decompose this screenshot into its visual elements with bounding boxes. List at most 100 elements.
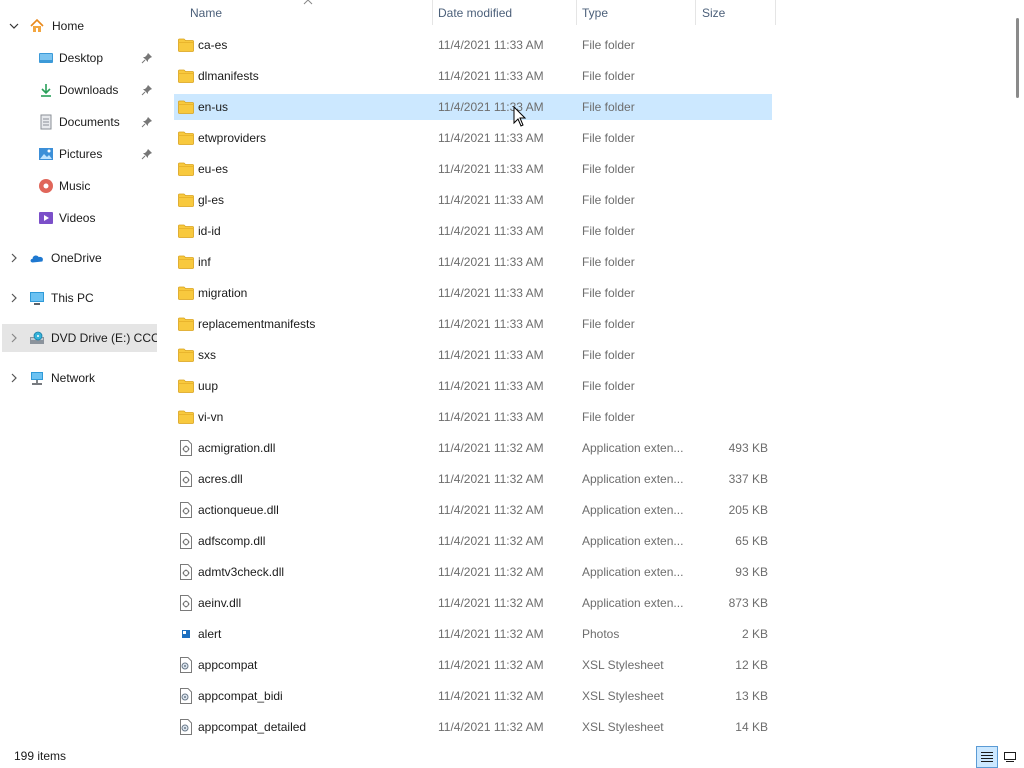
nav-item-downloads[interactable]: Downloads (0, 76, 157, 104)
nav-item-pictures[interactable]: Pictures (0, 140, 157, 168)
pin-icon[interactable] (140, 147, 154, 161)
nav-item-music[interactable]: Music (0, 172, 157, 200)
nav-item-onedrive[interactable]: OneDrive (0, 244, 157, 272)
folder-icon (178, 254, 194, 270)
large-icons-view-button[interactable] (999, 746, 1021, 768)
file-size: 205 KB (728, 503, 768, 517)
file-size (694, 249, 768, 275)
nav-label-videos: Videos (59, 211, 96, 225)
pin-icon[interactable] (140, 51, 154, 65)
file-type: File folder (582, 100, 635, 114)
file-row[interactable]: alert 11/4/2021 11:32 AM Photos 2 KB (174, 621, 772, 647)
nav-item-videos[interactable]: Videos (0, 204, 157, 232)
file-name-cell: alert (174, 621, 429, 647)
file-row[interactable]: vi-vn 11/4/2021 11:33 AM File folder (174, 404, 772, 430)
chevron-down-icon[interactable] (6, 18, 22, 34)
file-name-cell: admtv3check.dll (174, 559, 429, 585)
folder-icon (178, 130, 194, 146)
file-date-modified: 11/4/2021 11:33 AM (438, 224, 544, 238)
column-separator[interactable] (695, 0, 696, 25)
file-type: File folder (582, 193, 635, 207)
pin-icon[interactable] (140, 83, 154, 97)
column-header-size[interactable]: Size (702, 0, 772, 25)
file-date-modified: 11/4/2021 11:33 AM (438, 410, 544, 424)
nav-item-documents[interactable]: Documents (0, 108, 157, 136)
column-separator[interactable] (775, 0, 776, 25)
file-row[interactable]: replacementmanifests 11/4/2021 11:33 AM Fi… (174, 311, 772, 337)
nav-item-home[interactable]: Home (0, 12, 157, 40)
file-name-cell: acmigration.dll (174, 435, 429, 461)
file-type: File folder (582, 224, 635, 238)
file-row[interactable]: ca-es 11/4/2021 11:33 AM File folder (174, 32, 772, 58)
file-row[interactable]: uup 11/4/2021 11:33 AM File folder (174, 373, 772, 399)
file-type: Application exten... (582, 503, 684, 517)
nav-item-network[interactable]: Network (0, 364, 157, 392)
scrollbar-thumb[interactable] (1016, 18, 1019, 98)
folder-icon (178, 68, 194, 84)
file-date-modified: 11/4/2021 11:32 AM (438, 689, 544, 703)
file-date-modified: 11/4/2021 11:32 AM (438, 596, 544, 610)
file-row[interactable]: aeinv.dll 11/4/2021 11:32 AM Application e… (174, 590, 772, 616)
column-header-date-modified[interactable]: Date modified (438, 0, 578, 25)
column-header-type[interactable]: Type (582, 0, 692, 25)
chevron-right-icon[interactable] (6, 330, 22, 346)
file-row[interactable]: actionqueue.dll 11/4/2021 11:32 AM Applica… (174, 497, 772, 523)
chevron-right-icon[interactable] (6, 370, 22, 386)
file-name-cell: gl-es (174, 187, 429, 213)
file-date-modified: 11/4/2021 11:33 AM (438, 100, 544, 114)
file-type: Application exten... (582, 472, 684, 486)
file-date-modified: 11/4/2021 11:33 AM (438, 379, 544, 393)
file-size (694, 32, 768, 58)
file-row[interactable]: appcompat_bidi 11/4/2021 11:32 AM XSL Styl… (174, 683, 772, 709)
file-type: File folder (582, 69, 635, 83)
file-row[interactable]: appcompat_detailed 11/4/2021 11:32 AM XSL … (174, 714, 772, 740)
nav-item-desktop[interactable]: Desktop (0, 44, 157, 72)
file-row[interactable]: migration 11/4/2021 11:33 AM File folder (174, 280, 772, 306)
file-row[interactable]: inf 11/4/2021 11:33 AM File folder (174, 249, 772, 275)
folder-icon (178, 223, 194, 239)
file-row[interactable]: acres.dll 11/4/2021 11:32 AM Application e… (174, 466, 772, 492)
file-row[interactable]: eu-es 11/4/2021 11:33 AM File folder (174, 156, 772, 182)
file-date-modified: 11/4/2021 11:32 AM (438, 441, 544, 455)
file-name: en-us (198, 100, 229, 114)
pin-icon[interactable] (140, 115, 154, 129)
dll-file-icon (178, 440, 194, 456)
file-date-modified: 11/4/2021 11:33 AM (438, 131, 544, 145)
dvd-drive-icon (29, 330, 45, 346)
file-name: vi-vn (198, 410, 224, 424)
file-name: sxs (198, 348, 216, 362)
file-row[interactable]: en-us 11/4/2021 11:33 AM File folder (174, 94, 772, 120)
file-date-modified: 11/4/2021 11:32 AM (438, 472, 544, 486)
file-row[interactable]: dlmanifests 11/4/2021 11:33 AM File folder (174, 63, 772, 89)
details-view-button[interactable] (976, 746, 998, 768)
nav-item-dvd-drive[interactable]: DVD Drive (E:) CCCOMA_X64FRE_EN-US_DV9 (2, 324, 157, 352)
vertical-scrollbar[interactable] (1010, 0, 1024, 740)
file-type: File folder (582, 255, 635, 269)
file-row[interactable]: appcompat 11/4/2021 11:32 AM XSL Styleshee… (174, 652, 772, 678)
file-name-cell: appcompat (174, 652, 429, 678)
chevron-right-icon[interactable] (6, 250, 22, 266)
file-date-modified: 11/4/2021 11:33 AM (438, 255, 544, 269)
column-separator[interactable] (432, 0, 433, 25)
chevron-right-icon[interactable] (6, 290, 22, 306)
file-row[interactable]: sxs 11/4/2021 11:33 AM File folder (174, 342, 772, 368)
nav-item-this-pc[interactable]: This PC (0, 284, 157, 312)
column-separator[interactable] (576, 0, 577, 25)
downloads-icon (38, 82, 54, 98)
file-row[interactable]: admtv3check.dll 11/4/2021 11:32 AM Applica… (174, 559, 772, 585)
file-type: File folder (582, 286, 635, 300)
file-row[interactable]: etwproviders 11/4/2021 11:33 AM File folde… (174, 125, 772, 151)
file-row[interactable]: adfscomp.dll 11/4/2021 11:32 AM Applicatio… (174, 528, 772, 554)
file-size (694, 156, 768, 182)
file-date-modified: 11/4/2021 11:33 AM (438, 193, 544, 207)
nav-label-desktop: Desktop (59, 51, 104, 65)
file-name: acmigration.dll (198, 441, 276, 455)
nav-label-this-pc: This PC (51, 291, 94, 305)
folder-icon (178, 161, 194, 177)
file-row[interactable]: acmigration.dll 11/4/2021 11:32 AM Applica… (174, 435, 772, 461)
file-type: Application exten... (582, 596, 684, 610)
column-header-name-label: Name (190, 5, 223, 20)
file-row[interactable]: id-id 11/4/2021 11:33 AM File folder (174, 218, 772, 244)
file-row[interactable]: gl-es 11/4/2021 11:33 AM File folder (174, 187, 772, 213)
computer-icon (29, 290, 45, 306)
